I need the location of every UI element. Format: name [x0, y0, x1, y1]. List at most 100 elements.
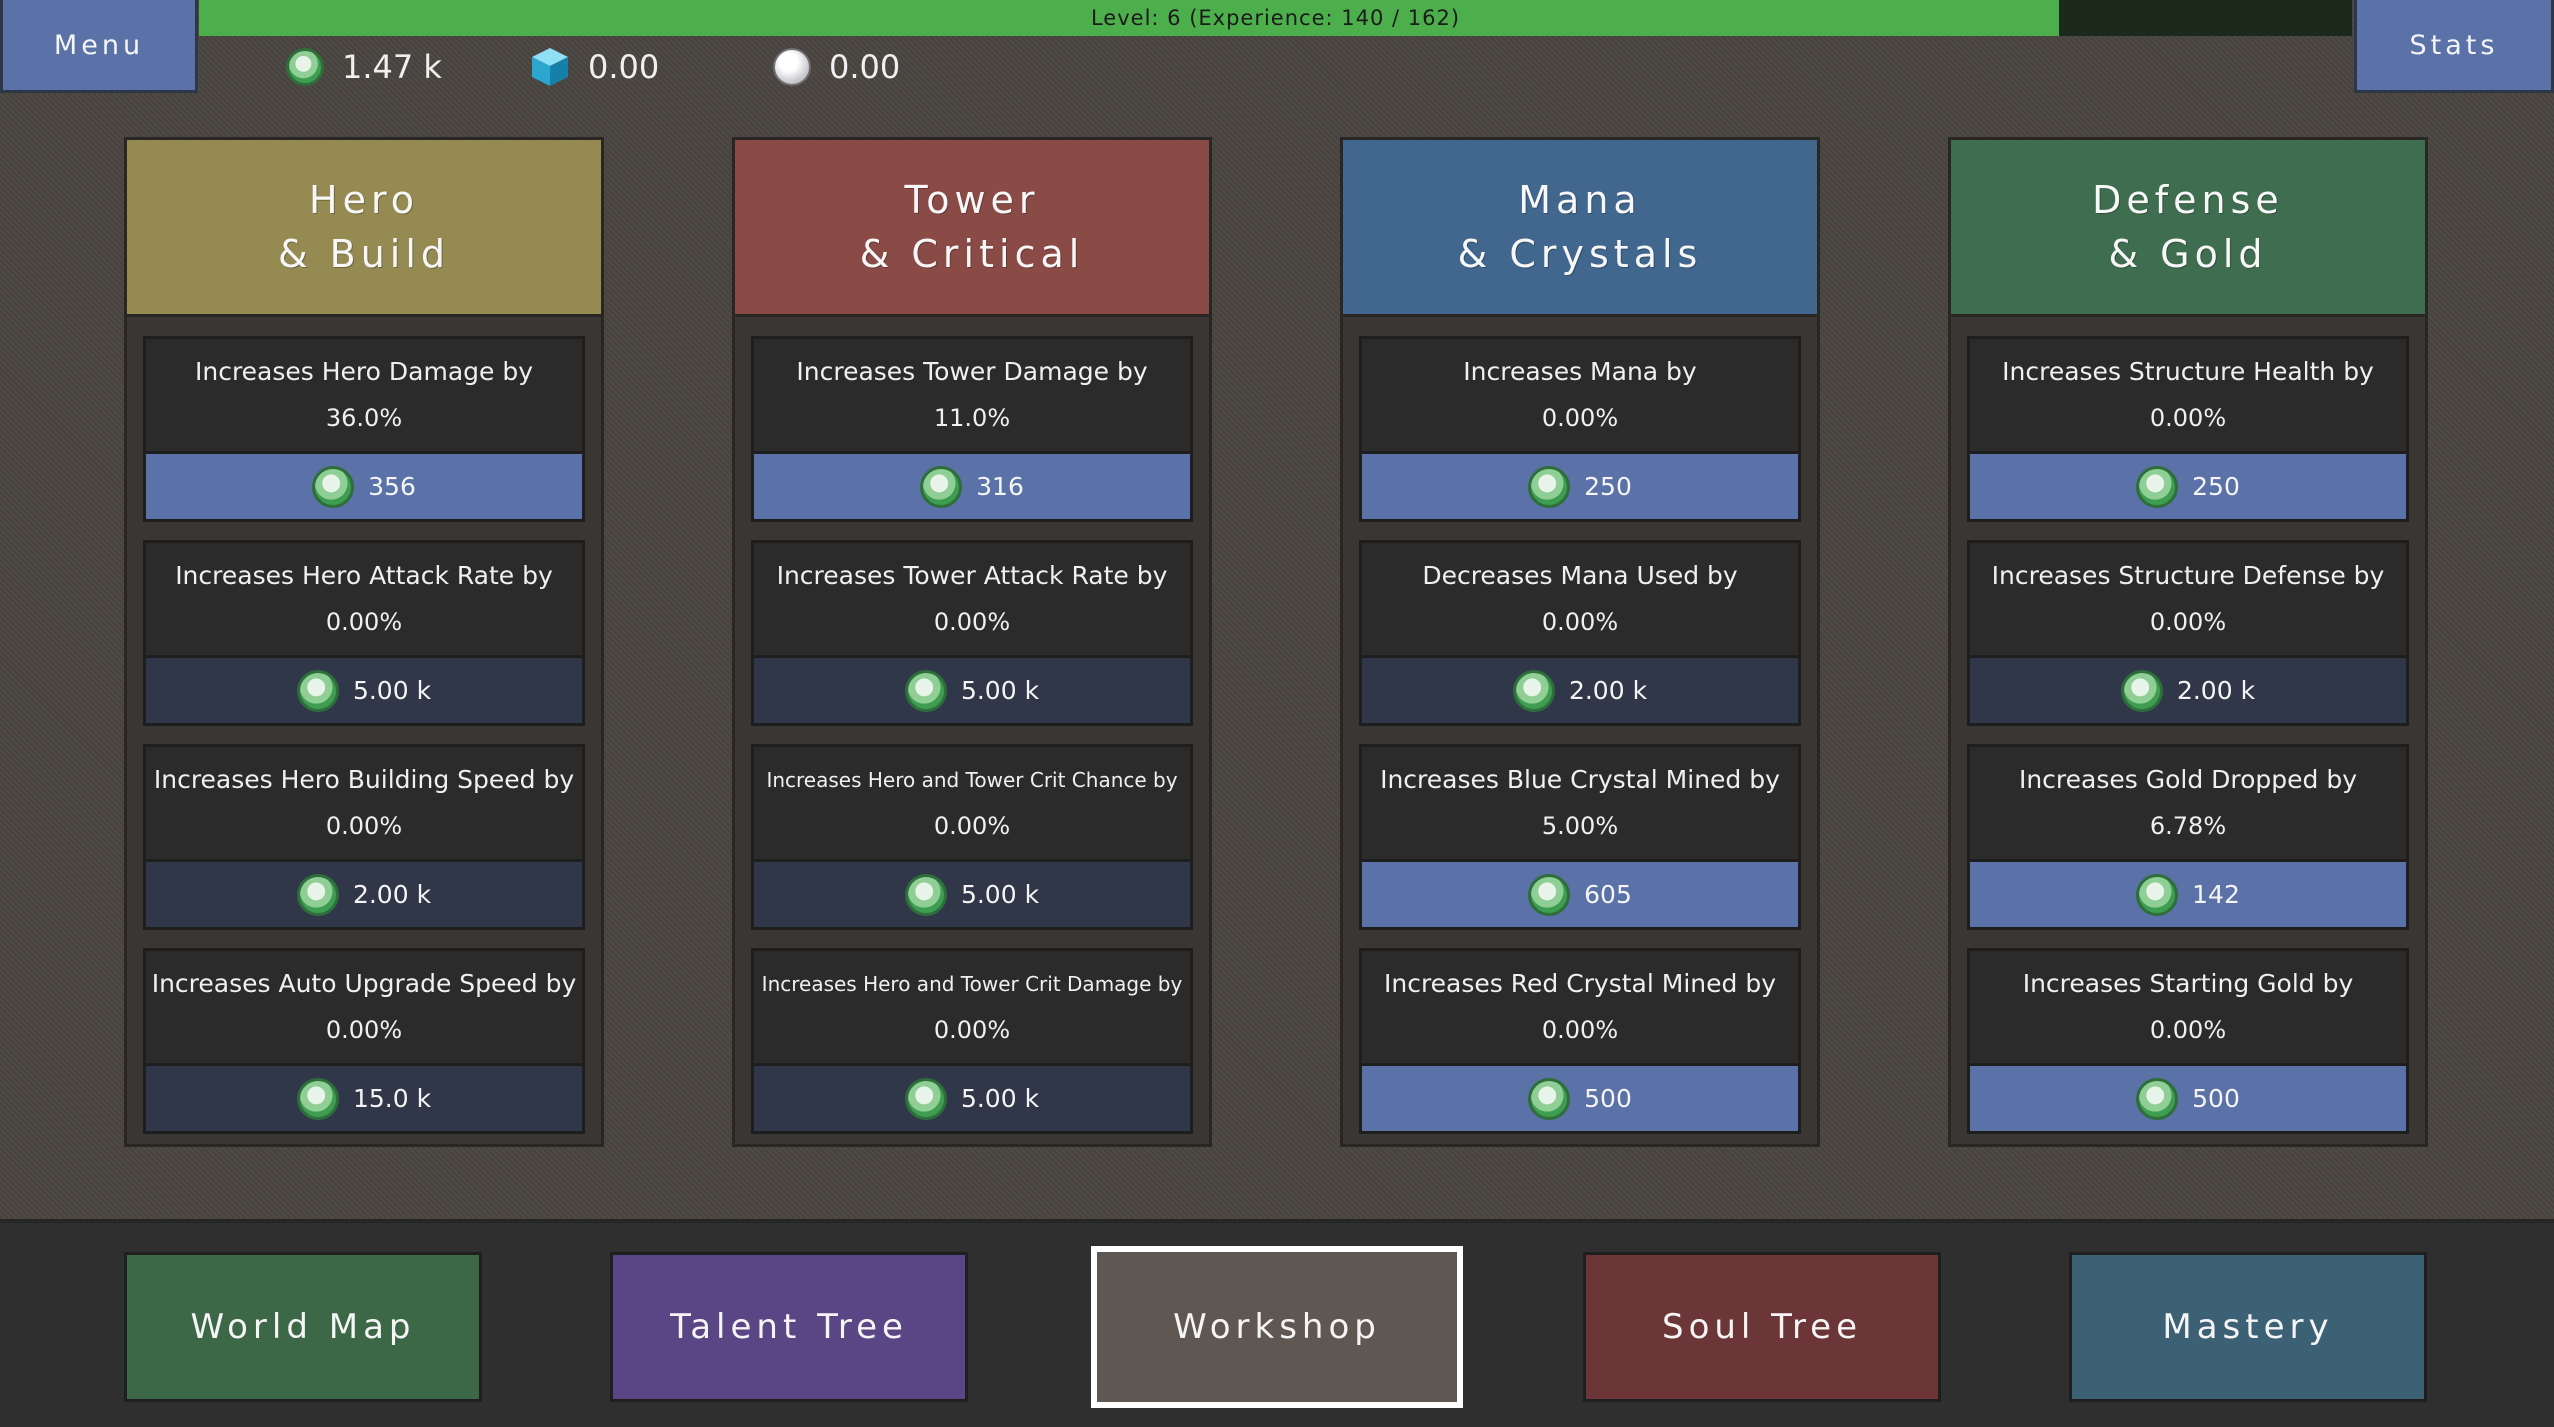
upgrade-description: Increases Tower Attack Rate by: [776, 561, 1168, 590]
gold-currency: 1.47 k: [286, 42, 442, 92]
green-coin-icon: [904, 873, 947, 916]
upgrade-value: 0.00%: [325, 608, 403, 636]
upgrade-description: Increases Starting Gold by: [2022, 969, 2354, 998]
upgrade-cost: 2.00 k: [2176, 676, 2256, 705]
upgrade-description: Increases Structure Health by: [2002, 357, 2374, 386]
upgrade-value: 0.00%: [2149, 404, 2227, 432]
mastery-button[interactable]: Mastery: [2069, 1252, 2427, 1402]
upgrade-value: 0.00%: [1541, 608, 1619, 636]
green-coin-icon: [1512, 669, 1555, 712]
upgrade-buy-button[interactable]: 250: [1359, 454, 1801, 522]
green-coin-icon: [296, 873, 339, 916]
panel-title-line2: & Crystals: [1457, 232, 1703, 276]
upgrade-card: Increases Tower Attack Rate by 0.00% 5.00 …: [751, 540, 1193, 726]
stats-button[interactable]: Stats: [2354, 0, 2554, 93]
upgrade-card: Increases Auto Upgrade Speed by 0.00% 15.0…: [143, 948, 585, 1134]
upgrade-description: Increases Tower Damage by: [796, 357, 1148, 386]
upgrade-buy-button[interactable]: 2.00 k: [143, 862, 585, 930]
blue-crystal-amount: 0.00: [588, 48, 660, 86]
upgrade-info: Increases Hero and Tower Crit Chance by 0…: [751, 744, 1193, 862]
upgrade-buy-button[interactable]: 500: [1967, 1066, 2409, 1134]
panel-mana-crystals: Mana & Crystals Increases Mana by 0.00% 250 D…: [1340, 137, 1820, 1147]
green-coin-icon: [286, 48, 324, 86]
panel-title-line1: Defense: [2092, 178, 2284, 222]
white-orb-currency: 0.00: [773, 42, 900, 92]
world-map-button[interactable]: World Map: [124, 1252, 482, 1402]
upgrade-card: Increases Structure Health by 0.00% 250: [1967, 336, 2409, 522]
upgrade-cost: 5.00 k: [960, 1084, 1040, 1113]
upgrade-value: 0.00%: [1541, 1016, 1619, 1044]
upgrade-buy-button[interactable]: 316: [751, 454, 1193, 522]
upgrade-card: Increases Hero Building Speed by 0.00% 2.0…: [143, 744, 585, 930]
upgrade-cost: 250: [2192, 472, 2240, 501]
talent-tree-button[interactable]: Talent Tree: [610, 1252, 968, 1402]
panel-title-line2: & Build: [277, 232, 451, 276]
upgrade-buy-button[interactable]: 356: [143, 454, 585, 522]
upgrade-buy-button[interactable]: 5.00 k: [751, 658, 1193, 726]
green-coin-icon: [1528, 465, 1571, 508]
green-coin-icon: [1528, 1077, 1571, 1120]
upgrade-info: Increases Structure Defense by 0.00%: [1967, 540, 2409, 658]
upgrade-buy-button[interactable]: 605: [1359, 862, 1801, 930]
experience-bar: Level: 6 (Experience: 140 / 162): [199, 0, 2352, 36]
upgrade-cost: 356: [368, 472, 416, 501]
upgrade-card: Decreases Mana Used by 0.00% 2.00 k: [1359, 540, 1801, 726]
upgrade-info: Increases Hero Damage by 36.0%: [143, 336, 585, 454]
upgrade-buy-button[interactable]: 5.00 k: [143, 658, 585, 726]
gold-amount: 1.47 k: [342, 48, 442, 86]
green-coin-icon: [1528, 873, 1571, 916]
upgrade-cost: 15.0 k: [352, 1084, 432, 1113]
green-coin-icon: [904, 669, 947, 712]
upgrade-cost: 5.00 k: [960, 880, 1040, 909]
blue-crystal-icon: [532, 48, 568, 86]
upgrade-card: Increases Mana by 0.00% 250: [1359, 336, 1801, 522]
upgrade-description: Increases Hero and Tower Crit Damage by: [761, 972, 1183, 996]
upgrade-value: 0.00%: [933, 608, 1011, 636]
panel-header: Defense & Gold: [1951, 140, 2425, 317]
panel-header: Hero & Build: [127, 140, 601, 317]
menu-button[interactable]: Menu: [0, 0, 198, 93]
panel-title-line1: Mana: [1518, 178, 1642, 222]
upgrade-cost: 5.00 k: [352, 676, 432, 705]
upgrade-value: 36.0%: [325, 404, 403, 432]
upgrade-description: Increases Hero Damage by: [194, 357, 534, 386]
green-coin-icon: [296, 1077, 339, 1120]
upgrade-buy-button[interactable]: 2.00 k: [1967, 658, 2409, 726]
upgrade-buy-button[interactable]: 15.0 k: [143, 1066, 585, 1134]
green-coin-icon: [296, 669, 339, 712]
upgrade-info: Increases Gold Dropped by 6.78%: [1967, 744, 2409, 862]
upgrade-cost: 316: [976, 472, 1024, 501]
upgrade-card: Increases Structure Defense by 0.00% 2.00 …: [1967, 540, 2409, 726]
upgrade-buy-button[interactable]: 500: [1359, 1066, 1801, 1134]
upgrade-buy-button[interactable]: 5.00 k: [751, 1066, 1193, 1134]
upgrade-description: Increases Mana by: [1463, 357, 1697, 386]
upgrade-card: Increases Hero and Tower Crit Chance by 0…: [751, 744, 1193, 930]
upgrade-info: Increases Tower Damage by 11.0%: [751, 336, 1193, 454]
upgrade-description: Increases Structure Defense by: [1991, 561, 2385, 590]
upgrade-value: 0.00%: [325, 1016, 403, 1044]
upgrade-value: 11.0%: [933, 404, 1011, 432]
green-coin-icon: [2120, 669, 2163, 712]
upgrade-cost: 605: [1584, 880, 1632, 909]
blue-crystal-currency: 0.00: [530, 42, 659, 92]
panel-title-line1: Hero: [309, 178, 419, 222]
upgrade-buy-button[interactable]: 142: [1967, 862, 2409, 930]
upgrade-buy-button[interactable]: 5.00 k: [751, 862, 1193, 930]
upgrade-value: 0.00%: [933, 1016, 1011, 1044]
upgrade-buy-button[interactable]: 2.00 k: [1359, 658, 1801, 726]
upgrade-value: 0.00%: [933, 812, 1011, 840]
upgrade-buy-button[interactable]: 250: [1967, 454, 2409, 522]
upgrade-card: Increases Starting Gold by 0.00% 500: [1967, 948, 2409, 1134]
white-orb-amount: 0.00: [829, 48, 901, 86]
soul-tree-button[interactable]: Soul Tree: [1583, 1252, 1941, 1402]
workshop-button[interactable]: Workshop: [1091, 1246, 1463, 1408]
upgrade-cost: 2.00 k: [352, 880, 432, 909]
green-coin-icon: [920, 465, 963, 508]
panel-tower-critical: Tower & Critical Increases Tower Damage by…: [732, 137, 1212, 1147]
upgrade-card: Increases Hero and Tower Crit Damage by 0…: [751, 948, 1193, 1134]
upgrade-description: Decreases Mana Used by: [1422, 561, 1738, 590]
upgrade-description: Increases Hero and Tower Crit Chance by: [766, 768, 1178, 792]
upgrade-card: Increases Gold Dropped by 6.78% 142: [1967, 744, 2409, 930]
upgrade-card: Increases Hero Damage by 36.0% 356: [143, 336, 585, 522]
upgrade-info: Increases Hero Attack Rate by 0.00%: [143, 540, 585, 658]
